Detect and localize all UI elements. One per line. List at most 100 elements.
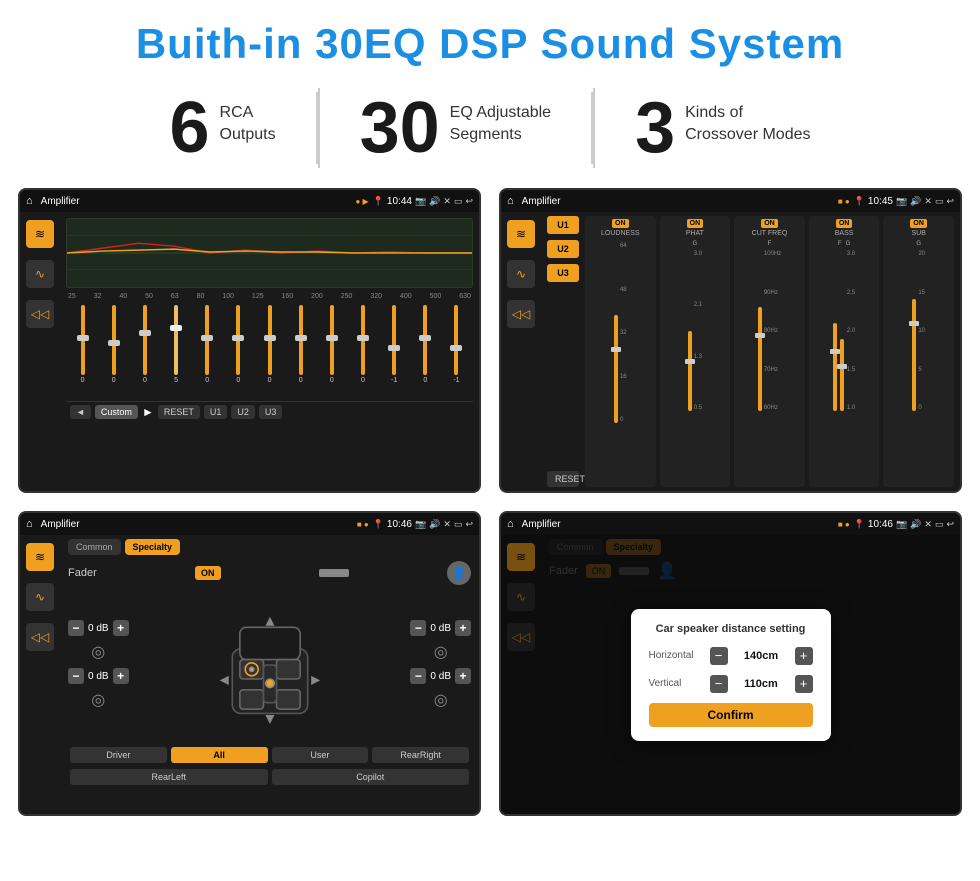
back-icon-fader[interactable]: ↩ <box>465 519 473 530</box>
fader-sidebar-btn-3[interactable]: ◁◁ <box>26 623 54 651</box>
eq-u1-btn[interactable]: U1 <box>204 405 228 419</box>
eq-slider-8[interactable]: 0 <box>286 305 315 397</box>
cross-u2-btn[interactable]: U2 <box>547 240 579 258</box>
fader-topbar: ⌂ Amplifier ■ ● 📍 10:46 📷 🔊 ✕ ▭ ↩ <box>20 513 479 535</box>
eq-slider-1[interactable]: 0 <box>68 305 97 397</box>
eq-freq-labels: 2532405063 80100125160200 25032040050063… <box>66 292 473 301</box>
eq-sidebar-btn-2[interactable]: ∿ <box>26 260 54 288</box>
svg-text:▼: ▼ <box>264 713 275 725</box>
eq-slider-3[interactable]: 0 <box>130 305 159 397</box>
confirm-button[interactable]: Confirm <box>649 703 813 727</box>
fader-user-btn[interactable]: User <box>272 747 369 763</box>
fader-status-dots: ■ ● <box>357 520 369 529</box>
page-title: Buith-in 30EQ DSP Sound System <box>0 0 980 78</box>
cross-sidebar-btn-1[interactable]: ≋ <box>507 220 535 248</box>
eq-u2-btn[interactable]: U2 <box>231 405 255 419</box>
fader-rr-plus[interactable]: + <box>455 668 471 684</box>
phat-on-badge[interactable]: ON <box>687 219 704 228</box>
cross-sidebar-btn-2[interactable]: ∿ <box>507 260 535 288</box>
eq-slider-5[interactable]: 0 <box>193 305 222 397</box>
eq-slider-9[interactable]: 0 <box>317 305 346 397</box>
home-icon-cross[interactable]: ⌂ <box>507 195 514 207</box>
tab-common[interactable]: Common <box>68 539 121 555</box>
fader-rr-value: 0 dB <box>430 671 451 682</box>
screens-grid: ⌂ Amplifier ● ▶ 📍 10:44 📷 🔊 ✕ ▭ ↩ ≋ ∿ ◁◁ <box>0 183 980 826</box>
fader-on-btn[interactable]: ON <box>195 566 221 580</box>
cross-channels: ON LOUDNESS 644832160 ON <box>585 216 954 487</box>
fader-all-btn[interactable]: All <box>171 747 268 763</box>
eq-reset-btn[interactable]: RESET <box>158 405 200 419</box>
fader-rr-minus[interactable]: − <box>410 668 426 684</box>
fader-rl-value: 0 dB <box>88 671 109 682</box>
cross-u1-btn[interactable]: U1 <box>547 216 579 234</box>
bass-on-badge[interactable]: ON <box>836 219 853 228</box>
stat-number-crossover: 3 <box>635 92 675 164</box>
fader-topbar-title: Amplifier <box>41 519 353 530</box>
fader-fl-plus[interactable]: + <box>113 620 129 636</box>
eq-slider-7[interactable]: 0 <box>255 305 284 397</box>
dist-vertical-plus[interactable]: + <box>795 675 813 693</box>
dist-horizontal-plus[interactable]: + <box>795 647 813 665</box>
eq-prev-btn[interactable]: ◄ <box>70 405 91 419</box>
stat-eq: 30 EQ Adjustable Segments <box>320 92 594 164</box>
camera-icon-cross: 📷 <box>896 196 907 207</box>
fader-label: Fader <box>68 567 97 579</box>
eq-slider-11[interactable]: -1 <box>380 305 409 397</box>
home-icon-dist[interactable]: ⌂ <box>507 518 514 530</box>
cross-sidebar-btn-3[interactable]: ◁◁ <box>507 300 535 328</box>
back-icon-dist[interactable]: ↩ <box>946 519 954 530</box>
cross-phat: ON PHAT G 3.02.11.30.5 <box>660 216 731 487</box>
sub-name: SUB <box>911 230 925 237</box>
dist-vertical-minus[interactable]: − <box>710 675 728 693</box>
fader-rearright-btn[interactable]: RearRight <box>372 747 469 763</box>
cross-u3-btn[interactable]: U3 <box>547 264 579 282</box>
fader-copilot-btn[interactable]: Copilot <box>272 769 470 785</box>
fader-time: 10:46 <box>387 519 412 530</box>
fader-driver-btn[interactable]: Driver <box>70 747 167 763</box>
dist-topbar-icons: 📍 10:46 📷 🔊 ✕ ▭ ↩ <box>854 519 954 530</box>
back-icon-cross[interactable]: ↩ <box>946 196 954 207</box>
dist-topbar-title: Amplifier <box>522 519 834 530</box>
eq-slider-4[interactable]: 5 <box>161 305 190 397</box>
camera-icon: 📷 <box>415 196 426 207</box>
fader-rl-minus[interactable]: − <box>68 668 84 684</box>
sub-on-badge[interactable]: ON <box>910 219 927 228</box>
close-icon-cross[interactable]: ✕ <box>924 196 932 207</box>
close-icon-dist[interactable]: ✕ <box>924 519 932 530</box>
eq-sidebar-btn-1[interactable]: ≋ <box>26 220 54 248</box>
fader-sidebar-btn-2[interactable]: ∿ <box>26 583 54 611</box>
fader-rl-control: − 0 dB + <box>68 668 129 684</box>
eq-sidebar-btn-3[interactable]: ◁◁ <box>26 300 54 328</box>
eq-slider-12[interactable]: 0 <box>411 305 440 397</box>
fader-fr-minus[interactable]: − <box>410 620 426 636</box>
dist-vertical-value: 110cm <box>734 678 789 690</box>
eq-slider-6[interactable]: 0 <box>224 305 253 397</box>
eq-slider-13[interactable]: -1 <box>442 305 471 397</box>
bass-name: BASS <box>835 230 854 237</box>
fader-rl-plus[interactable]: + <box>113 668 129 684</box>
dist-horizontal-minus[interactable]: − <box>710 647 728 665</box>
fader-fl-minus[interactable]: − <box>68 620 84 636</box>
tab-specialty[interactable]: Specialty <box>125 539 181 555</box>
cutfreq-on-badge[interactable]: ON <box>761 219 778 228</box>
fader-sidebar-btn-1[interactable]: ≋ <box>26 543 54 571</box>
back-icon-eq[interactable]: ↩ <box>465 196 473 207</box>
location-icon-fader: 📍 <box>373 519 384 530</box>
fader-sidebar: ≋ ∿ ◁◁ <box>20 535 60 814</box>
eq-play-btn[interactable]: ► <box>142 405 154 419</box>
home-icon[interactable]: ⌂ <box>26 195 33 207</box>
cross-reset-btn[interactable]: RESET <box>547 471 579 487</box>
eq-slider-10[interactable]: 0 <box>348 305 377 397</box>
speaker-fl-icon: ◎ <box>91 642 105 662</box>
speaker-icon-cross: 🔊 <box>910 196 921 207</box>
home-icon-fader[interactable]: ⌂ <box>26 518 33 530</box>
eq-slider-2[interactable]: 0 <box>99 305 128 397</box>
camera-icon-fader: 📷 <box>415 519 426 530</box>
close-icon-fader[interactable]: ✕ <box>443 519 451 530</box>
eq-u3-btn[interactable]: U3 <box>259 405 283 419</box>
fader-fr-plus[interactable]: + <box>455 620 471 636</box>
loudness-on-badge[interactable]: ON <box>612 219 629 228</box>
fader-rearleft-btn[interactable]: RearLeft <box>70 769 268 785</box>
close-icon-eq[interactable]: ✕ <box>443 196 451 207</box>
screen-crossover: ⌂ Amplifier ■ ● 📍 10:45 📷 🔊 ✕ ▭ ↩ ≋ ∿ ◁◁ <box>499 188 962 493</box>
